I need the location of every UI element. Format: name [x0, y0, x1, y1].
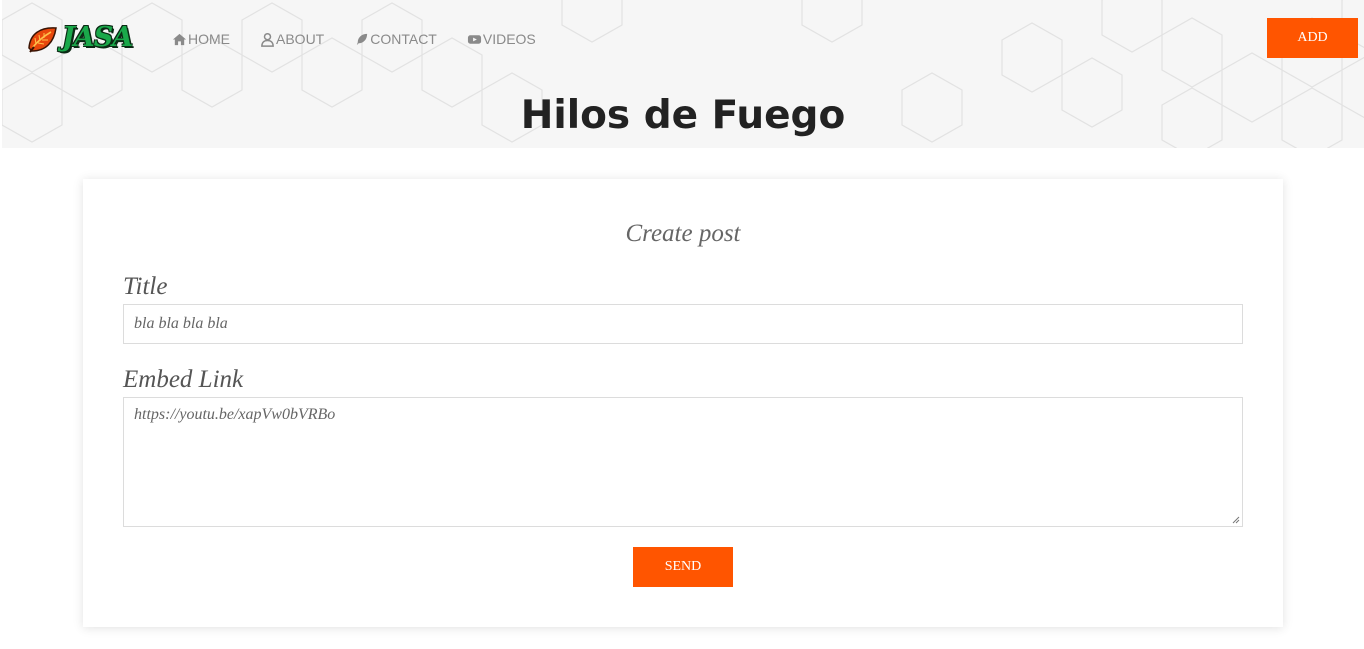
- nav-home-label: HOME: [188, 31, 230, 47]
- add-button[interactable]: ADD: [1267, 18, 1358, 58]
- resize-handle-icon[interactable]: [1232, 516, 1240, 524]
- feather-icon: [357, 33, 368, 45]
- nav-contact[interactable]: CONTACT: [354, 30, 437, 48]
- logo-text: JASA: [62, 22, 133, 53]
- title-label: Title: [123, 273, 168, 300]
- create-post-card: Create post Title bla bla bla bla Embed …: [83, 179, 1283, 627]
- user-icon: [261, 32, 274, 47]
- youtube-icon: [467, 34, 481, 44]
- form-heading: Create post: [625, 220, 741, 247]
- nav-contact-label: CONTACT: [370, 31, 437, 47]
- nav-videos-label: VIDEOS: [482, 31, 536, 47]
- nav-about[interactable]: ABOUT: [260, 30, 324, 48]
- leaf-icon: [28, 27, 57, 53]
- page-title: Hilos de Fuego: [520, 93, 846, 138]
- site-logo[interactable]: JASA: [26, 20, 136, 56]
- nav-home[interactable]: HOME: [172, 30, 230, 48]
- title-input-value: bla bla bla bla: [134, 315, 228, 332]
- site-header: JASA HOME ABOUT CONTACT VIDEOS ADD Hilos…: [2, 0, 1364, 148]
- nav-about-label: ABOUT: [276, 31, 325, 47]
- embed-link-textarea[interactable]: https://youtu.be/xapVw0bVRBo: [123, 397, 1243, 527]
- embed-link-value: https://youtu.be/xapVw0bVRBo: [134, 406, 336, 423]
- send-button[interactable]: SEND: [633, 547, 733, 587]
- main-nav: HOME ABOUT CONTACT VIDEOS: [172, 30, 566, 48]
- title-input[interactable]: bla bla bla bla: [123, 304, 1243, 344]
- home-icon: [172, 33, 187, 45]
- embed-link-label: Embed Link: [123, 366, 244, 393]
- nav-videos[interactable]: VIDEOS: [467, 30, 536, 48]
